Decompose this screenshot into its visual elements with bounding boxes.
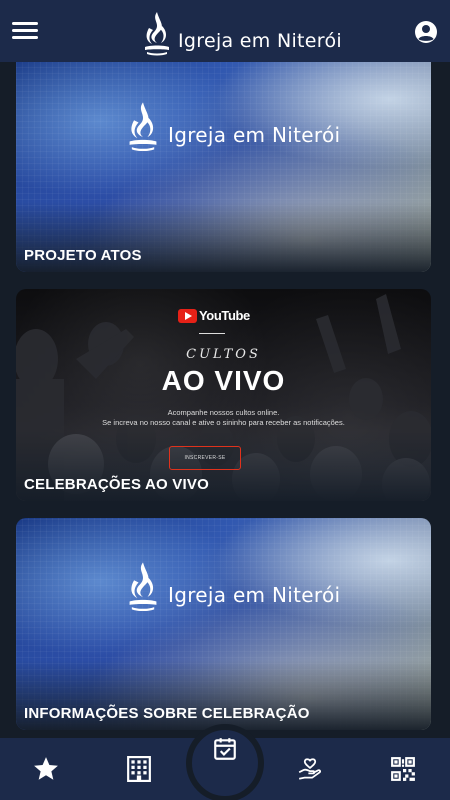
menu-icon[interactable] <box>12 18 40 42</box>
subscribe-button[interactable]: INSCREVER-SE <box>169 446 241 470</box>
card-title: PROJETO ATOS <box>24 247 142 264</box>
card-celebracoes-ao-vivo[interactable]: YouTube CULTOS AO VIVO Acompanhe nossos … <box>16 289 431 501</box>
card-projeto-atos[interactable]: Igreja em Niterói PROJETO ATOS <box>16 56 431 272</box>
logo-text: Igreja em Niterói <box>168 583 341 607</box>
card-title: INFORMAÇÕES SOBRE CELEBRAÇÃO <box>24 705 310 722</box>
logo-text: Igreja em Niterói <box>168 123 341 147</box>
ao-vivo-headline: AO VIVO <box>161 365 286 396</box>
flame-logo-icon <box>129 102 157 152</box>
church-logo: Igreja em Niterói <box>124 98 340 156</box>
youtube-label: YouTube <box>199 308 250 323</box>
qr-code-icon[interactable] <box>388 754 418 784</box>
flame-logo-icon <box>145 12 169 56</box>
hand-heart-icon[interactable] <box>295 754 325 784</box>
youtube-play-icon <box>178 308 197 323</box>
card-informacoes-celebracao[interactable]: Igreja em Niterói INFORMAÇÕES SOBRE CELE… <box>16 518 431 730</box>
card-title: CELEBRAÇÕES AO VIVO <box>24 476 209 493</box>
description-line-2: Se increva no nosso canal e ative o sini… <box>102 418 345 427</box>
account-circle-icon[interactable] <box>414 20 438 44</box>
calendar-check-button[interactable] <box>186 724 264 800</box>
youtube-logo: YouTube <box>178 308 250 323</box>
flame-logo-icon <box>129 562 157 612</box>
top-app-bar: Igreja em Niterói <box>0 0 450 62</box>
bottom-navigation <box>0 724 450 800</box>
app-title: Igreja em Niterói <box>178 30 342 52</box>
brand-logo: Igreja em Niterói <box>140 6 342 58</box>
building-icon[interactable] <box>124 754 154 784</box>
church-logo: Igreja em Niterói <box>124 558 340 616</box>
star-icon[interactable] <box>31 754 61 784</box>
cultos-label: CULTOS <box>186 347 261 362</box>
description-line-1: Acompanhe nossos cultos online. <box>167 408 280 417</box>
divider <box>199 333 225 334</box>
calendar-check-icon <box>214 738 236 760</box>
